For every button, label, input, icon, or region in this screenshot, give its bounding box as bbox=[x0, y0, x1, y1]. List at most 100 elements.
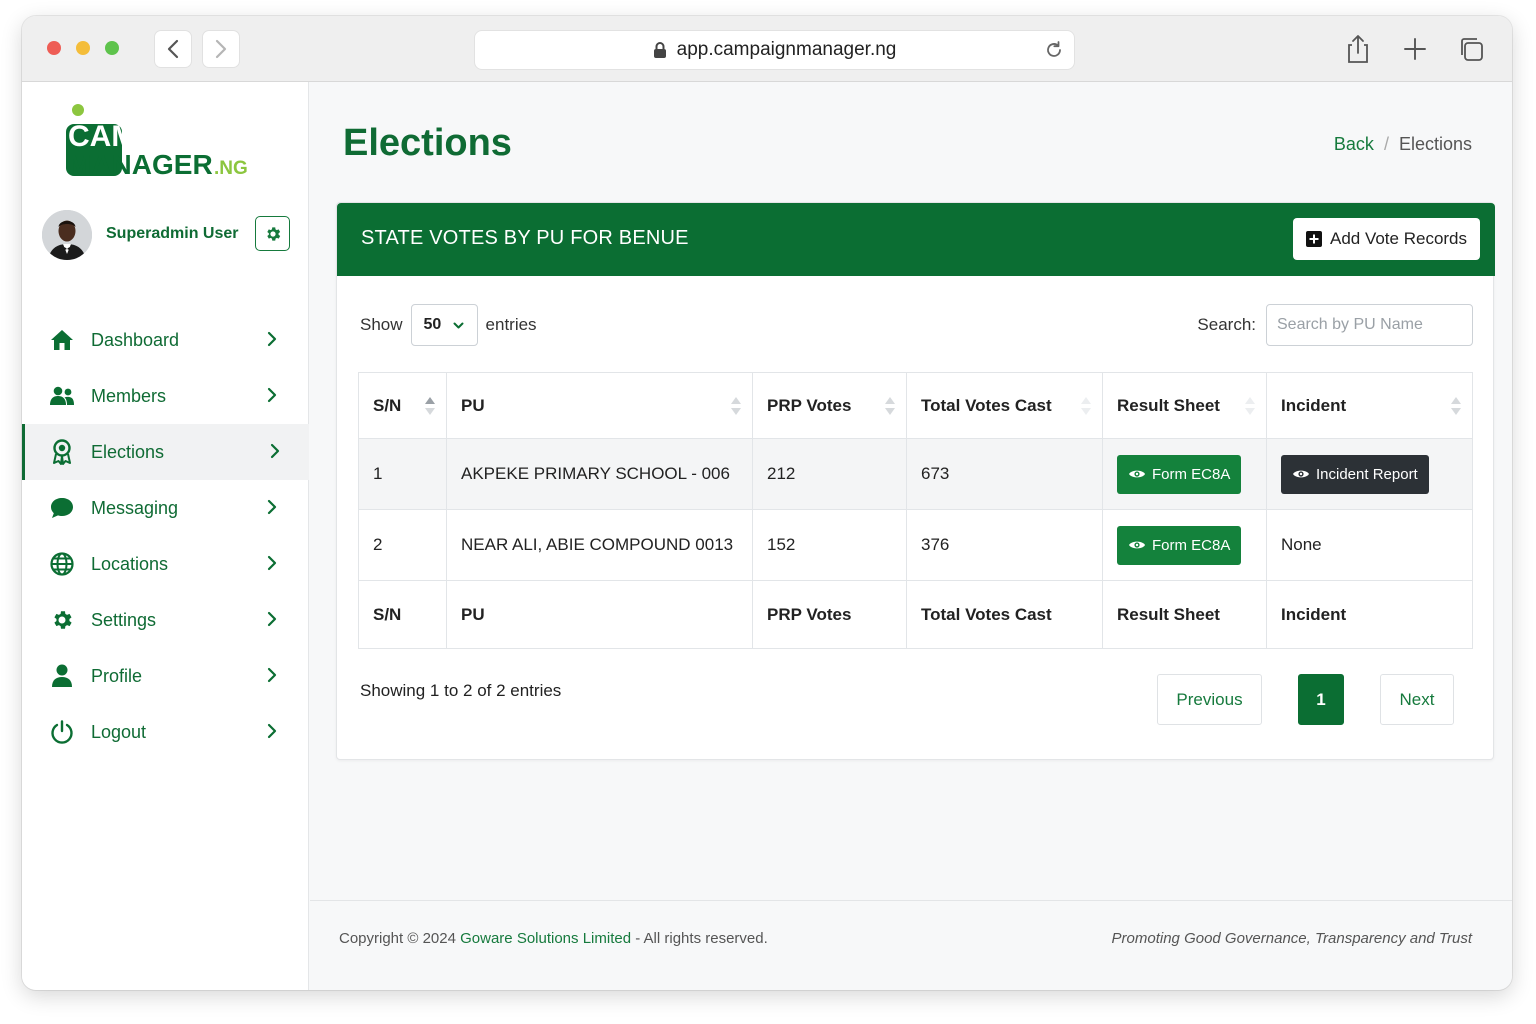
page-1-button[interactable]: 1 bbox=[1298, 674, 1344, 725]
cell-prp-votes: 152 bbox=[752, 509, 907, 581]
chevron-down-icon bbox=[453, 322, 464, 328]
avatar[interactable] bbox=[42, 210, 92, 260]
breadcrumb-back-link[interactable]: Back bbox=[1334, 134, 1374, 155]
browser-window: app.campaignmanager.ng CAMPAIGN MANAGER … bbox=[22, 16, 1512, 990]
incident-report-label: Incident Report bbox=[1316, 465, 1418, 483]
company-link[interactable]: Goware Solutions Limited bbox=[460, 930, 631, 947]
sidebar-item-label: Dashboard bbox=[91, 329, 180, 350]
votes-card: STATE VOTES BY PU FOR BENUE Add Vote Rec… bbox=[336, 202, 1495, 760]
url-text: app.campaignmanager.ng bbox=[676, 39, 897, 60]
chevron-right-icon bbox=[267, 611, 277, 632]
users-icon bbox=[49, 383, 75, 409]
breadcrumb: Back / Elections bbox=[1334, 134, 1472, 155]
column-header-total-votes[interactable]: Total Votes Cast bbox=[906, 372, 1103, 439]
view-form-ec8a-button[interactable]: Form EC8A bbox=[1117, 525, 1242, 565]
sort-icon bbox=[1244, 396, 1256, 421]
cell-total-votes: 376 bbox=[906, 509, 1103, 581]
address-bar[interactable]: app.campaignmanager.ng bbox=[474, 30, 1075, 70]
browser-back-button[interactable] bbox=[154, 30, 192, 68]
minimize-window-button[interactable] bbox=[76, 41, 90, 55]
tabs-overview-icon[interactable] bbox=[1458, 36, 1484, 67]
sort-icon bbox=[1080, 396, 1092, 421]
sidebar-item-messaging[interactable]: Messaging bbox=[22, 480, 309, 536]
footer-header-result-sheet: Result Sheet bbox=[1102, 580, 1267, 649]
reload-icon[interactable] bbox=[1044, 40, 1064, 66]
entries-select[interactable]: 50 bbox=[410, 304, 478, 346]
share-icon[interactable] bbox=[1346, 34, 1370, 69]
sidebar-item-settings[interactable]: Settings bbox=[22, 592, 309, 648]
cell-result-sheet: Form EC8A bbox=[1102, 438, 1267, 510]
sidebar-item-elections[interactable]: Elections bbox=[22, 424, 309, 480]
user-icon bbox=[49, 663, 75, 689]
sidebar-item-label: Logout bbox=[91, 721, 147, 742]
sidebar-item-label: Messaging bbox=[91, 497, 179, 518]
table-row: 1 AKPEKE PRIMARY SCHOOL - 006 212 673 Fo… bbox=[358, 438, 1473, 510]
user-panel: Superadmin User bbox=[42, 210, 292, 262]
next-page-button[interactable]: Next bbox=[1380, 674, 1454, 725]
sidebar-item-members[interactable]: Members bbox=[22, 368, 309, 424]
home-icon bbox=[49, 327, 75, 353]
chevron-right-icon bbox=[270, 443, 280, 464]
gear-icon bbox=[266, 226, 280, 241]
sidebar-item-logout[interactable]: Logout bbox=[22, 704, 309, 760]
table-search: Search: bbox=[1197, 304, 1473, 346]
sidebar-item-dashboard[interactable]: Dashboard bbox=[22, 312, 309, 368]
new-tab-icon[interactable] bbox=[1404, 38, 1426, 65]
chat-icon bbox=[49, 495, 75, 521]
logo-suffix: .NG bbox=[214, 158, 248, 179]
chevron-left-icon bbox=[167, 39, 179, 59]
close-window-button[interactable] bbox=[47, 41, 61, 55]
cell-sn: 1 bbox=[358, 438, 447, 510]
lock-icon bbox=[653, 41, 667, 59]
add-vote-records-label: Add Vote Records bbox=[1329, 229, 1468, 248]
column-header-label: S/N bbox=[373, 395, 402, 415]
entries-length-control: Show 50 entries bbox=[360, 304, 537, 346]
sidebar-item-profile[interactable]: Profile bbox=[22, 648, 309, 704]
sidebar-item-locations[interactable]: Locations bbox=[22, 536, 309, 592]
footer: Copyright © 2024 Goware Solutions Limite… bbox=[310, 900, 1512, 990]
globe-icon bbox=[49, 551, 75, 577]
card-title: STATE VOTES BY PU FOR BENUE bbox=[361, 227, 689, 249]
sidebar-item-label: Settings bbox=[91, 609, 157, 630]
column-header-result-sheet[interactable]: Result Sheet bbox=[1102, 372, 1267, 439]
breadcrumb-current: Elections bbox=[1398, 134, 1472, 154]
main-content: Elections Back / Elections STATE VOTES B… bbox=[310, 82, 1512, 990]
eye-icon bbox=[1129, 541, 1145, 549]
column-header-incident[interactable]: Incident bbox=[1266, 372, 1473, 439]
table-header-row: S/N PU PRP Votes Total Votes Cast Result… bbox=[358, 372, 1473, 439]
search-label: Search: bbox=[1197, 315, 1256, 334]
search-input[interactable] bbox=[1266, 304, 1473, 346]
column-header-prp-votes[interactable]: PRP Votes bbox=[752, 372, 907, 439]
sort-icon bbox=[884, 396, 896, 421]
cell-pu: NEAR ALI, ABIE COMPOUND 0013 bbox=[446, 509, 753, 581]
sort-icon bbox=[730, 396, 742, 421]
footer-header-total-votes: Total Votes Cast bbox=[906, 580, 1103, 649]
tagline: Promoting Good Governance, Transparency … bbox=[1111, 930, 1472, 947]
sidebar-item-label: Profile bbox=[91, 665, 143, 686]
logo-word-2: MANAGER bbox=[68, 149, 213, 180]
cell-result-sheet: Form EC8A bbox=[1102, 509, 1267, 581]
sort-asc-icon bbox=[424, 396, 436, 421]
zoom-window-button[interactable] bbox=[105, 41, 119, 55]
view-form-ec8a-button[interactable]: Form EC8A bbox=[1117, 454, 1242, 494]
cell-sn: 2 bbox=[358, 509, 447, 581]
sort-icon bbox=[1450, 396, 1462, 421]
footer-header-pu: PU bbox=[446, 580, 753, 649]
browser-forward-button[interactable] bbox=[202, 30, 240, 68]
table-row: 2 NEAR ALI, ABIE COMPOUND 0013 152 376 F… bbox=[358, 509, 1473, 581]
column-header-sn[interactable]: S/N bbox=[358, 372, 447, 439]
sidebar-item-label: Members bbox=[91, 385, 167, 406]
column-header-label: Result Sheet bbox=[1117, 395, 1220, 415]
column-header-pu[interactable]: PU bbox=[446, 372, 753, 439]
footer-header-incident: Incident bbox=[1266, 580, 1473, 649]
plus-square-icon bbox=[1305, 231, 1322, 247]
form-ec8a-label: Form EC8A bbox=[1152, 465, 1231, 483]
chevron-right-icon bbox=[267, 723, 277, 744]
campaign-manager-logo[interactable]: CAMPAIGN MANAGER .NG bbox=[64, 102, 254, 180]
sidebar: CAMPAIGN MANAGER .NG Superadmin User Das… bbox=[22, 82, 309, 990]
previous-page-button[interactable]: Previous bbox=[1157, 674, 1262, 725]
add-vote-records-button[interactable]: Add Vote Records bbox=[1293, 218, 1480, 260]
cell-incident: Incident Report bbox=[1266, 438, 1473, 510]
incident-report-button[interactable]: Incident Report bbox=[1281, 454, 1429, 494]
user-settings-button[interactable] bbox=[255, 216, 290, 251]
